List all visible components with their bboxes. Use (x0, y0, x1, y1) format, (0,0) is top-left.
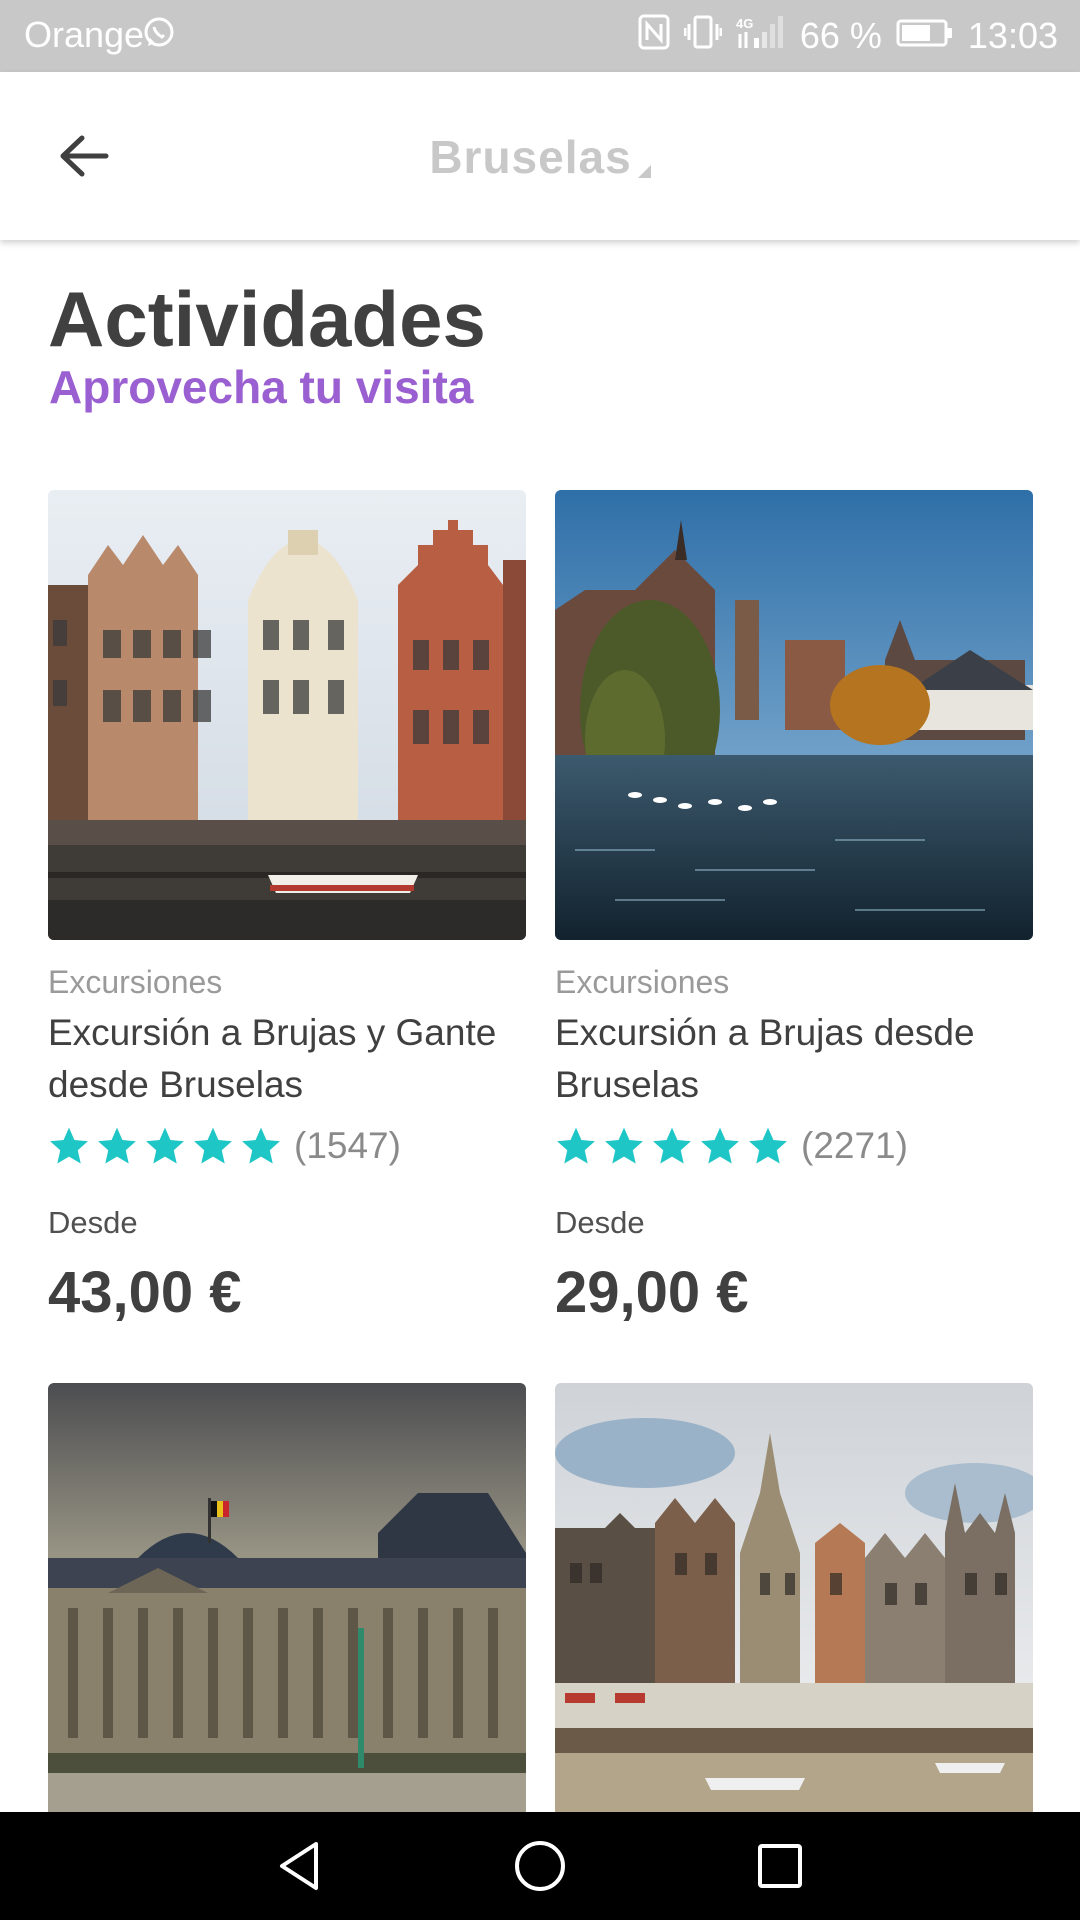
status-icons: 4G 66 % 13:03 (638, 14, 1058, 58)
nfc-icon (638, 14, 670, 59)
city-selector[interactable]: Bruselas (0, 130, 1080, 184)
home-circle-icon (515, 1841, 565, 1891)
star-icon (557, 1127, 595, 1164)
activity-price: 43,00 € (48, 1260, 242, 1325)
price-prefix: Desde (555, 1205, 645, 1240)
vibrate-icon (683, 14, 723, 59)
review-count: (2271) (801, 1125, 908, 1166)
back-triangle-icon (280, 1842, 318, 1890)
star-icon (98, 1127, 136, 1164)
rating-stars (555, 1125, 789, 1167)
caret-down-icon (637, 165, 651, 178)
star-icon (653, 1127, 691, 1164)
activity-card[interactable] (48, 1383, 526, 1812)
4g-signal-icon: 4G (736, 14, 786, 59)
price-prefix: Desde (48, 1205, 138, 1240)
svg-text:4G: 4G (736, 16, 753, 31)
activity-title: Excursión a Brujas desde Bruselas (555, 1012, 975, 1105)
star-icon (194, 1127, 232, 1164)
activity-image[interactable] (555, 1383, 1033, 1812)
battery-icon (896, 15, 954, 57)
activity-category: Excursiones (555, 964, 730, 1000)
nav-home-button[interactable] (510, 1836, 570, 1896)
page-title: Actividades (48, 275, 486, 363)
star-icon (701, 1127, 739, 1164)
activity-card[interactable] (555, 1383, 1033, 1812)
battery-percent: 66 % (799, 15, 882, 56)
star-icon (749, 1127, 787, 1164)
nav-recents-button[interactable] (750, 1836, 810, 1896)
status-bar: Orange 4G 66 % 13:03 (0, 0, 1080, 72)
clock: 13:03 (967, 15, 1058, 56)
system-nav-bar (0, 1812, 1080, 1920)
rating-stars (48, 1125, 282, 1167)
activity-card[interactable]: Excursiones Excursión a Brujas y Gante d… (48, 490, 526, 1326)
recents-square-icon (758, 1844, 802, 1888)
activity-category: Excursiones (48, 964, 223, 1000)
carrier-label: Orange (24, 14, 145, 55)
activities-list[interactable]: Actividades Aprovecha tu visita Excursio… (0, 240, 1080, 1812)
star-icon (242, 1127, 280, 1164)
activity-title: Excursión a Brujas y Gante desde Brusela… (48, 1012, 497, 1105)
whatsapp-icon (142, 16, 176, 50)
nav-back-button[interactable] (270, 1836, 330, 1896)
page-subtitle: Aprovecha tu visita (49, 361, 474, 413)
app-bar: Bruselas (0, 72, 1080, 240)
activity-card[interactable]: Excursiones Excursión a Brujas desde Bru… (555, 490, 1033, 1326)
activity-image[interactable] (555, 490, 1033, 940)
star-icon (605, 1127, 643, 1164)
activity-image[interactable] (48, 1383, 526, 1812)
review-count: (1547) (294, 1125, 401, 1166)
star-icon (146, 1127, 184, 1164)
activity-image[interactable] (48, 490, 526, 940)
activity-rating: (2271) (555, 1121, 1033, 1171)
activity-rating: (1547) (48, 1121, 526, 1171)
city-name: Bruselas (429, 131, 632, 183)
star-icon (50, 1127, 88, 1164)
activity-price: 29,00 € (555, 1260, 749, 1325)
